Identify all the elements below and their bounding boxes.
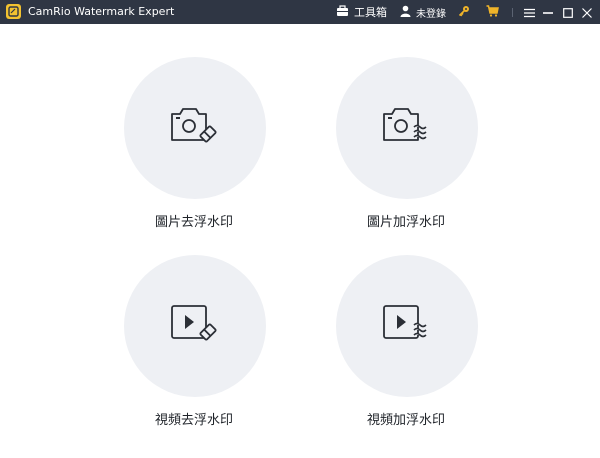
toolbox-icon bbox=[336, 4, 349, 20]
image-remove-watermark-card[interactable]: 圖片去浮水印 bbox=[104, 57, 284, 257]
video-eraser-icon bbox=[169, 303, 221, 349]
video-remove-watermark-card[interactable]: 視頻去浮水印 bbox=[104, 255, 284, 455]
video-add-watermark-label[interactable]: 視頻加浮水印 bbox=[316, 409, 496, 428]
video-add-watermark-circle[interactable] bbox=[336, 255, 478, 397]
menu-icon bbox=[523, 3, 535, 22]
menu-button[interactable] bbox=[522, 4, 536, 20]
user-icon bbox=[400, 5, 411, 20]
maximize-icon bbox=[563, 3, 573, 22]
video-waves-icon bbox=[381, 303, 433, 349]
app-title: CamRio Watermark Expert bbox=[28, 5, 175, 18]
video-remove-watermark-circle[interactable] bbox=[124, 255, 266, 397]
account-button[interactable]: 未登錄 bbox=[400, 0, 446, 24]
camera-eraser-icon bbox=[169, 105, 221, 151]
key-icon bbox=[458, 5, 470, 20]
image-remove-watermark-label[interactable]: 圖片去浮水印 bbox=[104, 211, 284, 230]
maximize-button[interactable] bbox=[561, 4, 575, 20]
toolbar-divider bbox=[512, 8, 513, 17]
image-add-watermark-card[interactable]: 圖片加浮水印 bbox=[316, 57, 496, 257]
title-bar: CamRio Watermark Expert 工具箱 未登錄 bbox=[0, 0, 600, 24]
video-remove-watermark-label[interactable]: 視頻去浮水印 bbox=[104, 409, 284, 428]
minimize-icon bbox=[543, 3, 553, 22]
toolbox-button[interactable]: 工具箱 bbox=[336, 0, 387, 24]
close-button[interactable] bbox=[580, 4, 594, 20]
minimize-button[interactable] bbox=[541, 4, 555, 20]
video-add-watermark-card[interactable]: 視頻加浮水印 bbox=[316, 255, 496, 455]
image-add-watermark-label[interactable]: 圖片加浮水印 bbox=[316, 211, 496, 230]
image-remove-watermark-circle[interactable] bbox=[124, 57, 266, 199]
key-button[interactable] bbox=[458, 0, 470, 24]
cart-button[interactable] bbox=[486, 0, 499, 24]
close-icon bbox=[582, 3, 592, 22]
account-label: 未登錄 bbox=[416, 8, 446, 20]
cart-icon bbox=[486, 4, 499, 20]
app-logo-icon bbox=[6, 4, 21, 19]
image-add-watermark-circle[interactable] bbox=[336, 57, 478, 199]
toolbox-label: 工具箱 bbox=[354, 6, 387, 19]
camera-waves-icon bbox=[381, 105, 433, 151]
